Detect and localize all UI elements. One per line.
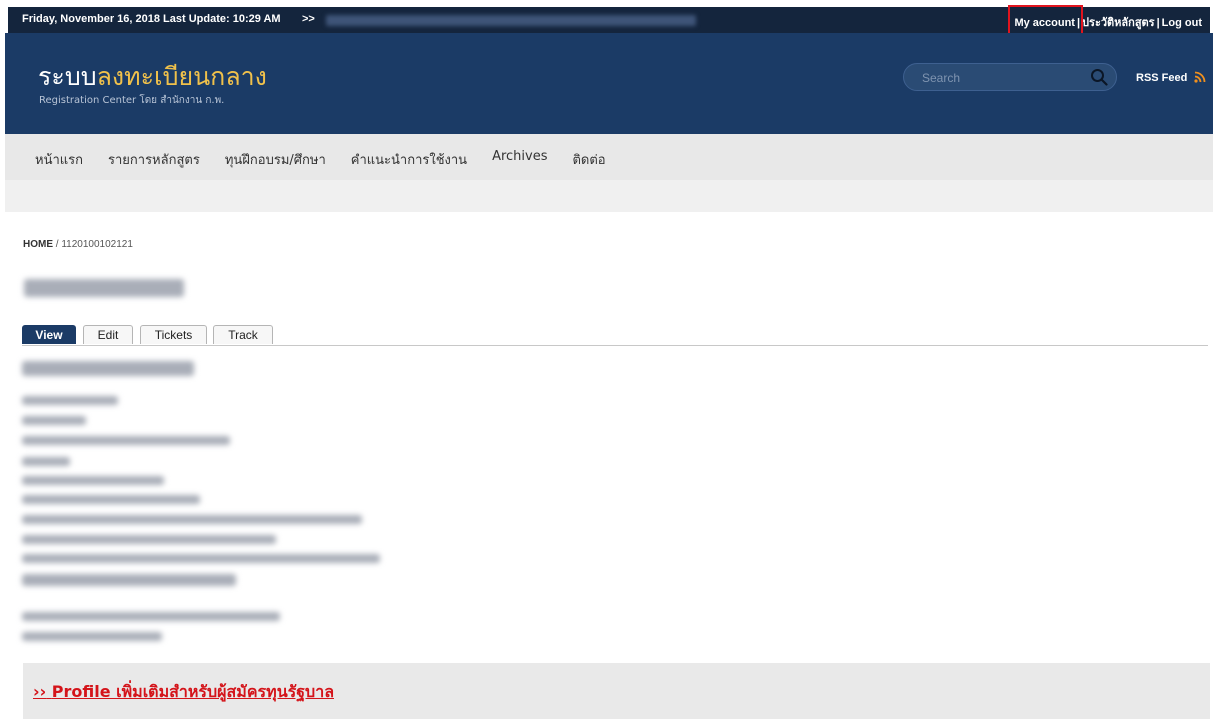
content-line-redacted — [22, 396, 118, 405]
profile-link-text: Profile เพิ่มเติมสำหรับผู้สมัครทุนรัฐบาล — [51, 682, 334, 701]
tab-tickets[interactable]: Tickets — [140, 325, 207, 344]
tab-view[interactable]: View — [22, 325, 76, 344]
nav-item-scholarships[interactable]: ทุนฝึกอบรม/ศึกษา — [225, 149, 326, 170]
content-heading-redacted — [22, 361, 194, 376]
content-line-redacted — [22, 416, 86, 425]
nav-item-contact[interactable]: ติดต่อ — [572, 149, 605, 170]
separator: | — [1156, 17, 1160, 29]
tab-edit[interactable]: Edit — [83, 325, 133, 344]
sub-nav-bar — [5, 180, 1213, 212]
main-nav: หน้าแรก รายการหลักสูตร ทุนฝึกอบรม/ศึกษา … — [5, 134, 1213, 180]
breadcrumb-home[interactable]: HOME — [23, 239, 53, 250]
double-chevron-right-icon: ›› — [33, 682, 47, 701]
profile-banner: ›› Profile เพิ่มเติมสำหรับผู้สมัครทุนรัฐ… — [23, 663, 1210, 719]
nav-item-home[interactable]: หน้าแรก — [35, 149, 83, 170]
content-line-redacted — [22, 495, 200, 504]
tabs-divider — [22, 345, 1208, 346]
nav-item-archives[interactable]: Archives — [492, 149, 547, 170]
breadcrumb-current: 1120100102121 — [61, 239, 133, 250]
content-line-redacted — [22, 436, 230, 445]
content-line-redacted — [22, 535, 276, 544]
date-update-text: Friday, November 16, 2018 Last Update: 1… — [22, 13, 281, 25]
logo-title-gold: ลงทะเบียนกลาง — [96, 62, 267, 91]
site-subtitle: Registration Center โดย สำนักงาน ก.พ. — [39, 95, 225, 106]
content-line-redacted — [22, 476, 164, 485]
logo-title-white: ระบบ — [38, 62, 97, 91]
logout-link[interactable]: Log out — [1162, 17, 1202, 29]
search-box — [903, 63, 1117, 91]
site-header: ระบบลงทะเบียนกลาง Registration Center โด… — [5, 33, 1213, 134]
ticker-text-redacted — [326, 15, 696, 26]
profile-extra-link[interactable]: ›› Profile เพิ่มเติมสำหรับผู้สมัครทุนรัฐ… — [33, 680, 334, 705]
content-line-redacted — [22, 612, 280, 621]
search-icon[interactable] — [1090, 68, 1108, 86]
breadcrumb-separator: / — [55, 239, 59, 250]
my-account-highlight — [1008, 5, 1083, 35]
rss-feed-label: RSS Feed — [1136, 72, 1188, 84]
search-input[interactable] — [920, 69, 1084, 87]
course-history-link[interactable]: ประวัติหลักสูตร — [1082, 17, 1155, 29]
breadcrumb: HOME / 1120100102121 — [23, 239, 133, 250]
nav-item-usage-guide[interactable]: คำแนะนำการใช้งาน — [351, 149, 467, 170]
rss-feed-link[interactable]: RSS Feed — [1136, 71, 1206, 84]
content-line-redacted — [22, 574, 236, 586]
site-logo-title[interactable]: ระบบลงทะเบียนกลาง — [38, 63, 267, 91]
nav-item-course-list[interactable]: รายการหลักสูตร — [108, 149, 200, 170]
content-line-redacted — [22, 554, 380, 563]
page: Friday, November 16, 2018 Last Update: 1… — [0, 0, 1213, 719]
page-title-redacted — [24, 279, 184, 297]
content-line-redacted — [22, 515, 362, 524]
rss-icon — [1194, 71, 1206, 83]
tab-track[interactable]: Track — [213, 325, 273, 344]
content-line-redacted — [22, 457, 70, 466]
ticker-arrow: >> — [302, 13, 315, 25]
content-line-redacted — [22, 632, 162, 641]
